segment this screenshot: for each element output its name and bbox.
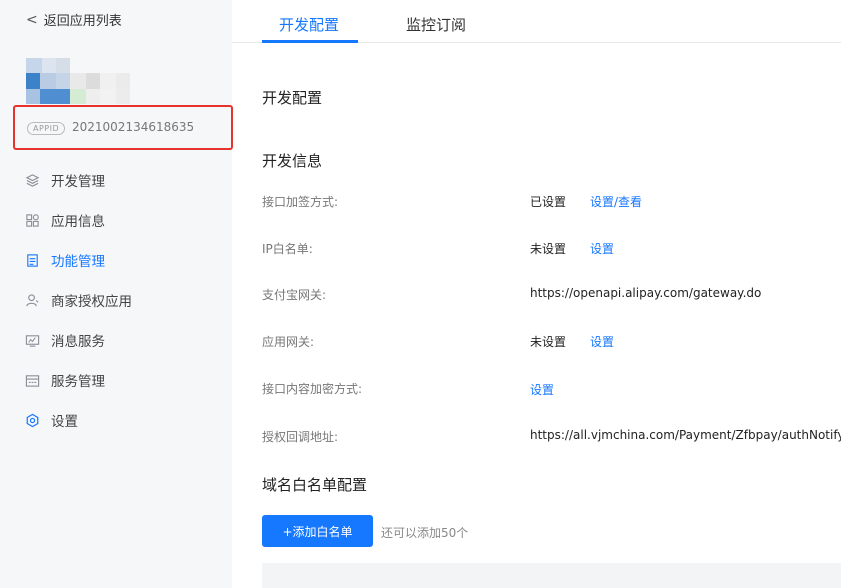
document-icon <box>24 252 40 268</box>
page-title: 开发配置 <box>262 89 323 107</box>
sidebar-item-dev-management[interactable]: 开发管理 <box>0 160 232 200</box>
tab-monitor-subscription[interactable]: 监控订阅 <box>406 14 466 35</box>
content-encryption-setup-link[interactable]: 设置 <box>530 381 554 398</box>
row-label-auth-callback: 授权回调地址: <box>262 430 339 444</box>
app-avatar <box>26 58 132 104</box>
app-page: < 返回应用列表 APPID 2021002134618635 开发管理 应用信… <box>0 0 841 588</box>
sidebar-item-settings[interactable]: 设置 <box>0 400 232 440</box>
row-label-sign-method: 接口加签方式: <box>262 195 339 209</box>
row-value-sign-method: 已设置 <box>530 195 567 209</box>
appid-highlight-box: APPID 2021002134618635 <box>13 105 233 150</box>
add-whitelist-hint: 还可以添加50个 <box>381 526 469 540</box>
row-label-ip-whitelist: IP白名单: <box>262 242 313 256</box>
add-whitelist-button[interactable]: +添加白名单 <box>262 515 373 547</box>
sidebar-item-label: 服务管理 <box>51 374 105 390</box>
domain-whitelist-title: 域名白名单配置 <box>262 476 368 494</box>
active-tab-indicator <box>262 40 358 43</box>
calendar-icon <box>24 372 40 388</box>
sidebar-item-label: 消息服务 <box>51 334 105 350</box>
app-gateway-setup-link[interactable]: 设置 <box>590 333 614 350</box>
row-value-ip-whitelist: 未设置 <box>530 242 567 256</box>
row-value-auth-callback: https://all.vjmchina.com/Payment/Zfbpay/… <box>530 428 841 442</box>
layers-icon <box>24 172 40 188</box>
ip-whitelist-setup-link[interactable]: 设置 <box>590 240 614 257</box>
user-icon <box>24 292 40 308</box>
sidebar-item-app-info[interactable]: 应用信息 <box>0 200 232 240</box>
grid-icon <box>24 212 40 228</box>
sidebar-item-label: 商家授权应用 <box>51 294 132 310</box>
sidebar-item-label: 开发管理 <box>51 174 105 190</box>
row-label-app-gateway: 应用网关: <box>262 335 315 349</box>
row-value-app-gateway: 未设置 <box>530 335 567 349</box>
dev-info-title: 开发信息 <box>262 152 323 170</box>
tab-bar: 开发配置 监控订阅 <box>232 0 841 43</box>
main-content: 开发配置 监控订阅 开发配置 开发信息 接口加签方式: 已设置 设置/查看 IP… <box>232 0 841 588</box>
sidebar-item-service-management[interactable]: 服务管理 <box>0 360 232 400</box>
row-label-alipay-gateway: 支付宝网关: <box>262 288 327 302</box>
gear-icon <box>24 412 40 428</box>
sidebar-item-merchant-auth[interactable]: 商家授权应用 <box>0 280 232 320</box>
chevron-left-icon: < <box>26 11 38 28</box>
sidebar-item-feature-management[interactable]: 功能管理 <box>0 240 232 280</box>
whitelist-table-header <box>262 563 841 588</box>
back-label: 返回应用列表 <box>43 14 122 29</box>
sidebar-item-label: 功能管理 <box>51 254 105 270</box>
sidebar-item-label: 设置 <box>51 414 78 430</box>
monitor-icon <box>24 332 40 348</box>
sign-method-setup-link[interactable]: 设置/查看 <box>590 193 642 210</box>
sidebar-item-label: 应用信息 <box>51 214 105 230</box>
back-to-app-list-link[interactable]: < 返回应用列表 <box>26 10 122 30</box>
tab-dev-config[interactable]: 开发配置 <box>279 14 339 35</box>
appid-tag: APPID <box>27 122 66 135</box>
row-value-alipay-gateway: https://openapi.alipay.com/gateway.do <box>530 286 762 300</box>
appid-value[interactable]: 2021002134618635 <box>72 120 194 134</box>
sidebar-item-message-service[interactable]: 消息服务 <box>0 320 232 360</box>
row-label-content-encryption: 接口内容加密方式: <box>262 382 363 396</box>
sidebar: < 返回应用列表 APPID 2021002134618635 开发管理 应用信… <box>0 0 233 588</box>
sidebar-nav: 开发管理 应用信息 功能管理 商家授权应用 消息服务 服务管理 设置 <box>0 160 232 440</box>
